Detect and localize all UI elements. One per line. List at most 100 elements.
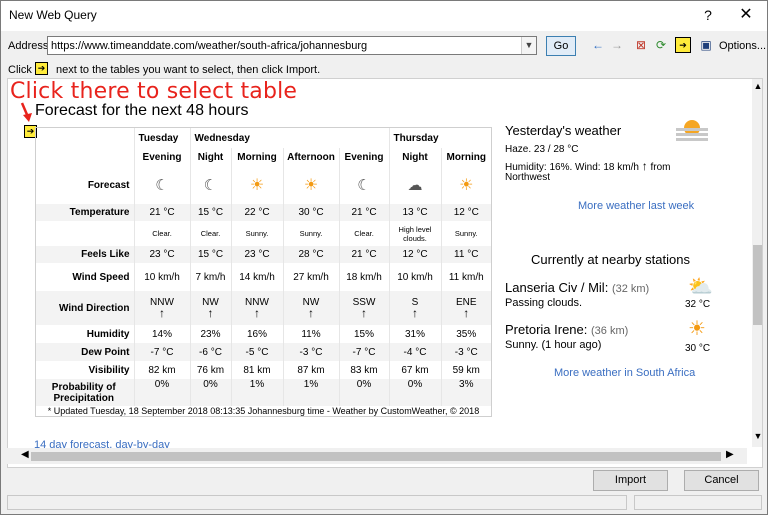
refresh-icon[interactable]: ⟳ <box>653 37 669 53</box>
row-label: Dew Point <box>36 343 134 361</box>
wind-arrow-icon: ↑ <box>159 306 165 320</box>
dew-point-cell: -4 °C <box>388 343 441 361</box>
condition-cell: Clear. <box>338 221 389 246</box>
help-button[interactable]: ? <box>698 5 718 25</box>
wind-direction-cell: NW ↑ <box>189 291 231 325</box>
precip-cell: 1% <box>230 379 283 406</box>
wind-direction-cell: S ↑ <box>388 291 441 325</box>
back-icon[interactable]: ← <box>590 37 606 53</box>
go-button[interactable]: Go <box>546 36 576 56</box>
feels-like-cell: 28 °C <box>282 246 339 263</box>
station-name-text: Lanseria Civ / Mil: <box>505 280 609 295</box>
row-label: Temperature <box>36 204 134 221</box>
scroll-up-icon[interactable]: ▲ <box>752 81 762 91</box>
options-button[interactable]: Options... <box>719 40 766 52</box>
sun-icon: ☀ <box>230 166 283 204</box>
humidity-cell: 35% <box>440 325 491 343</box>
temperature-cell: 21 °C <box>338 204 389 221</box>
scroll-down-icon[interactable]: ▼ <box>752 431 762 441</box>
scroll-left-icon[interactable]: ◀ <box>21 449 29 460</box>
forward-icon[interactable]: → <box>609 37 625 53</box>
sun-icon: ☀ <box>688 318 706 340</box>
station-name: Pretoria Irene: (36 km) <box>505 322 628 337</box>
close-button[interactable]: ✕ <box>736 5 756 25</box>
precip-cell: 0% <box>338 379 389 406</box>
cancel-button[interactable]: Cancel <box>684 470 759 491</box>
save-query-icon[interactable]: ▣ <box>698 37 714 53</box>
station-description: Passing clouds. <box>505 297 583 309</box>
station-temp: 30 °C <box>685 343 711 354</box>
visibility-cell: 76 km <box>189 361 231 379</box>
station-temp: 32 °C <box>685 299 711 310</box>
period-header: Night <box>388 148 441 166</box>
updated-note: * Updated Tuesday, 18 September 2018 08:… <box>47 406 480 416</box>
dew-point-cell: -7 °C <box>338 343 389 361</box>
sun-icon: ☀ <box>282 166 339 204</box>
period-header: Night <box>189 148 231 166</box>
feels-like-cell: 23 °C <box>230 246 283 263</box>
temperature-cell: 15 °C <box>189 204 231 221</box>
feels-like-cell: 21 °C <box>338 246 389 263</box>
moon-cloud-icon: ☾ <box>338 166 389 204</box>
row-label: Visibility <box>88 364 130 376</box>
window-title: New Web Query <box>9 8 97 22</box>
import-button[interactable]: Import <box>593 470 668 491</box>
humidity-cell: 23% <box>189 325 231 343</box>
wind-arrow-icon: ↑ <box>463 306 470 320</box>
day-header: Thursday <box>388 128 491 148</box>
status-bar-right <box>634 495 762 510</box>
hint-instructions: next to the tables you want to select, t… <box>56 64 321 76</box>
precip-cell: 3% <box>440 379 491 406</box>
vertical-scroll-thumb[interactable] <box>753 245 762 325</box>
wind-speed-cell: 14 km/h <box>230 263 283 291</box>
temperature-cell: 13 °C <box>388 204 441 221</box>
haze-icon <box>676 120 708 141</box>
web-page-viewport[interactable]: Click there to select table Forecast for… <box>7 78 763 468</box>
period-header: Evening <box>133 148 190 166</box>
address-input[interactable] <box>47 36 537 55</box>
day-header: Tuesday <box>133 128 190 148</box>
address-dropdown-button[interactable]: ▼ <box>521 37 536 54</box>
temperature-cell: 12 °C <box>440 204 491 221</box>
more-weather-south-africa-link[interactable]: More weather in South Africa <box>554 367 695 379</box>
condition-cell: Sunny. <box>230 221 283 246</box>
vertical-scrollbar[interactable]: ▲ ▼ <box>752 79 762 447</box>
wind-arrow-icon: ↑ <box>361 306 367 320</box>
yesterday-summary: Haze. 23 / 28 °C <box>505 144 579 155</box>
night-cloud-icon: ☁ <box>388 166 441 204</box>
wind-speed-cell: 7 km/h <box>189 263 231 291</box>
dew-point-cell: -3 °C <box>440 343 491 361</box>
stop-icon[interactable]: ⊠ <box>633 37 649 53</box>
wind-arrow-icon: ↑ <box>641 159 648 173</box>
moon-cloud-icon: ☾ <box>133 166 190 204</box>
row-label: Feels Like <box>36 246 134 263</box>
feels-like-cell: 15 °C <box>189 246 231 263</box>
row-label: Humidity <box>86 328 130 340</box>
wind-arrow-icon: ↑ <box>412 306 418 320</box>
condition-cell: High level clouds. <box>388 221 441 246</box>
wind-speed-cell: 11 km/h <box>440 263 491 291</box>
forecast-title: Forecast for the next 48 hours <box>35 102 249 119</box>
visibility-cell: 67 km <box>388 361 441 379</box>
yesterday-from-label: from <box>650 162 671 173</box>
horizontal-scroll-thumb[interactable] <box>31 452 721 461</box>
new-web-query-dialog: New Web Query ? ✕ Address: ▼ Go ← → ⊠ ⟳ … <box>0 0 768 515</box>
horizontal-scrollbar[interactable]: ◀ ▶ <box>7 448 747 464</box>
feels-like-cell: 23 °C <box>133 246 190 263</box>
feels-like-cell: 12 °C <box>388 246 441 263</box>
wind-speed-cell: 10 km/h <box>133 263 190 291</box>
precip-cell: 0% <box>133 379 190 406</box>
scroll-right-icon[interactable]: ▶ <box>726 449 734 460</box>
dew-point-cell: -5 °C <box>230 343 283 361</box>
wind-speed-cell: 27 km/h <box>282 263 339 291</box>
visibility-cell: 83 km <box>338 361 389 379</box>
period-header: Evening <box>338 148 389 166</box>
address-label: Address: <box>8 40 52 52</box>
wind-arrow-icon: ↑ <box>207 306 214 320</box>
period-header: Morning <box>440 148 491 166</box>
show-icons-icon[interactable]: ➔ <box>675 37 691 53</box>
humidity-cell: 14% <box>133 325 190 343</box>
more-weather-last-week-link[interactable]: More weather last week <box>578 200 694 212</box>
yesterday-title: Yesterday's weather <box>505 123 622 138</box>
visibility-cell: 59 km <box>440 361 491 379</box>
